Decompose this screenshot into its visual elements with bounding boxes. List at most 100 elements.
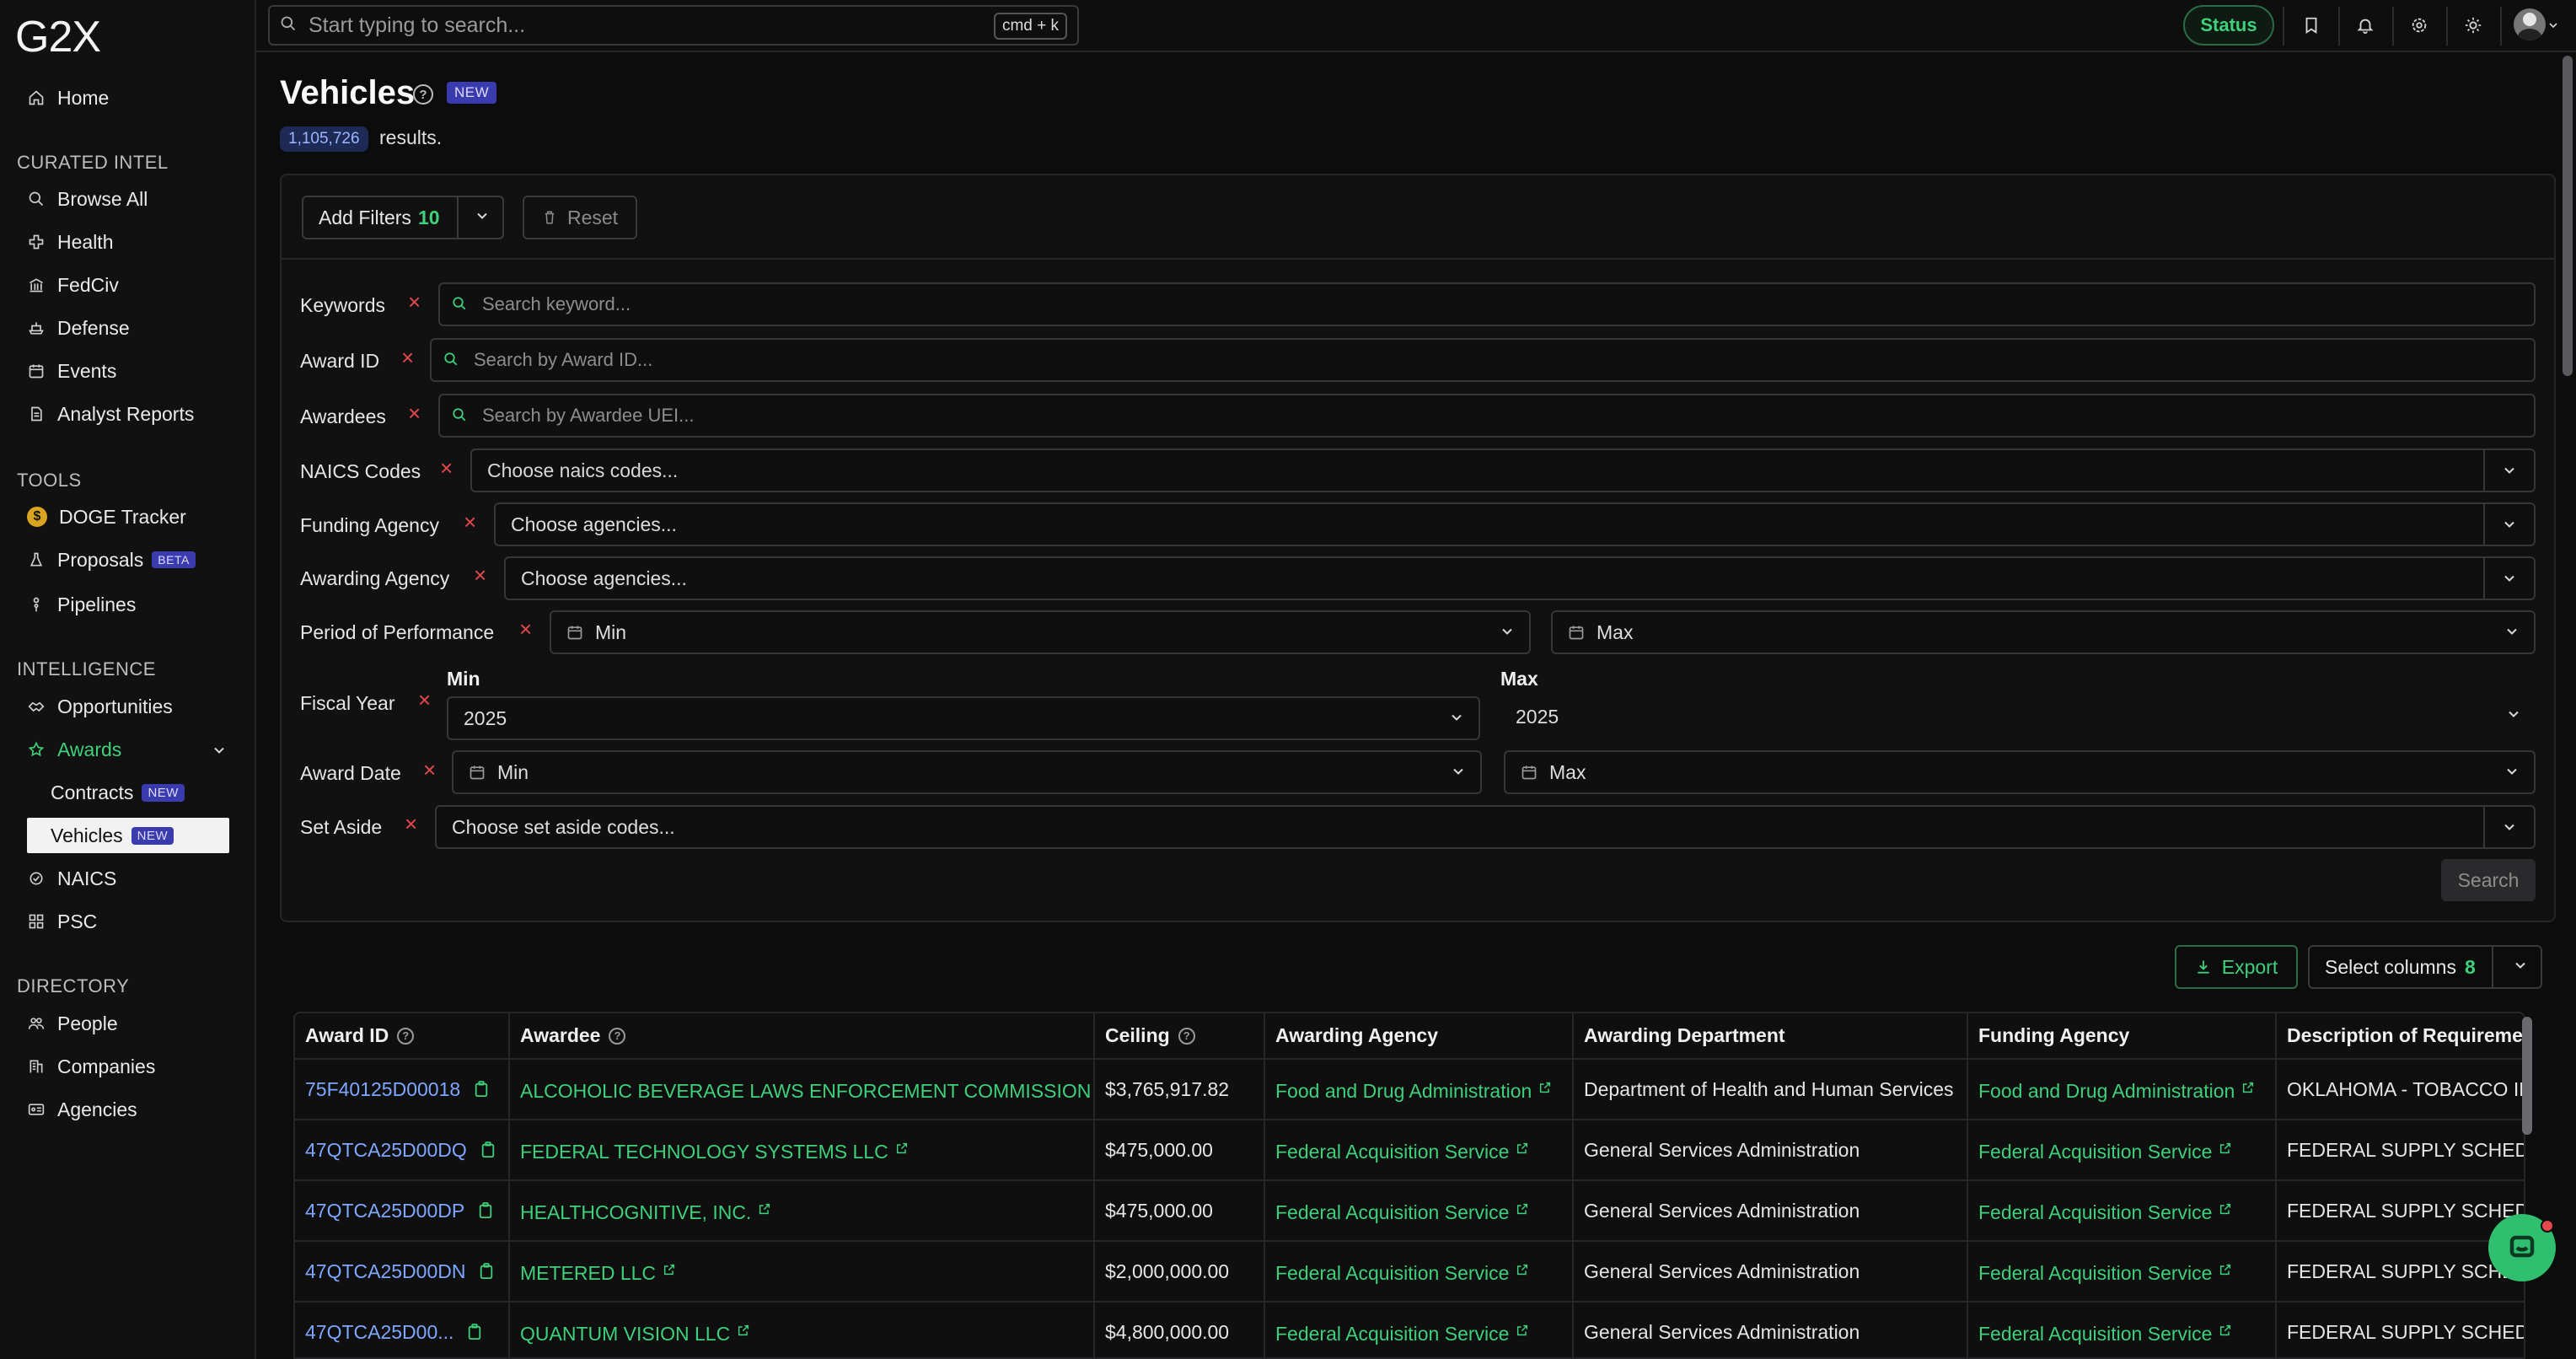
funding-agency-link[interactable]: Federal Acquisition Service: [1978, 1201, 2212, 1223]
external-link-icon[interactable]: [895, 1137, 909, 1153]
remove-award-date-filter[interactable]: ×: [423, 757, 436, 783]
external-link-icon[interactable]: [2241, 1077, 2255, 1093]
awarding-agency-cell[interactable]: Food and Drug Administration: [1264, 1059, 1574, 1120]
help-icon[interactable]: ?: [413, 84, 433, 105]
remove-award-id-filter[interactable]: ×: [401, 345, 414, 371]
column-header[interactable]: Awarding Department: [1573, 1013, 1968, 1060]
column-header[interactable]: Funding Agency: [1967, 1013, 2277, 1060]
table-row[interactable]: 47QTCA25D00DN METERED LLC $2,000,000.00 Fed…: [295, 1241, 2524, 1303]
external-link-icon[interactable]: [2219, 1319, 2232, 1335]
sidebar-item-psc[interactable]: PSC: [27, 905, 97, 938]
sun-icon[interactable]: [2460, 12, 2487, 39]
sidebar-item-agencies[interactable]: Agencies: [27, 1093, 137, 1126]
award-date-max[interactable]: Max: [1504, 750, 2536, 794]
page-scrollbar[interactable]: [2563, 56, 2573, 1354]
chevron-down-icon[interactable]: [2512, 957, 2529, 978]
select-columns-button[interactable]: Select columns 8: [2308, 945, 2542, 989]
remove-set-aside-filter[interactable]: ×: [405, 811, 417, 837]
awardee-cell[interactable]: HEALTHCOGNITIVE, INC.: [509, 1180, 1095, 1242]
help-icon[interactable]: ?: [397, 1028, 415, 1045]
award-id-link[interactable]: 47QTCA25D00DQ: [305, 1139, 467, 1161]
set-aside-select[interactable]: Choose set aside codes...: [435, 805, 2536, 849]
award-id-cell[interactable]: 75F40125D00018: [295, 1059, 510, 1120]
awardee-link[interactable]: HEALTHCOGNITIVE, INC.: [520, 1201, 751, 1223]
chevron-down-icon[interactable]: [2483, 558, 2534, 599]
add-filters-button[interactable]: Add Filters 10: [302, 196, 504, 239]
help-icon[interactable]: ?: [609, 1028, 626, 1045]
award-id-input[interactable]: Search by Award ID...: [430, 338, 2536, 382]
sidebar-item-vehicles[interactable]: Vehicles NEW: [51, 819, 174, 852]
fiscal-year-max-select[interactable]: 2025: [1500, 695, 2536, 739]
funding-agency-cell[interactable]: Federal Acquisition Service: [1967, 1302, 2277, 1357]
chevron-down-icon[interactable]: [474, 207, 491, 228]
award-id-link[interactable]: 47QTCA25D00...: [305, 1321, 453, 1343]
table-row[interactable]: 75F40125D00018 ALCOHOLIC BEVERAGE LAWS EN…: [295, 1059, 2524, 1120]
remove-naics-filter[interactable]: ×: [440, 455, 453, 481]
pop-max-date[interactable]: Max: [1551, 610, 2536, 654]
external-link-icon[interactable]: [758, 1198, 771, 1214]
funding-agency-cell[interactable]: Federal Acquisition Service: [1967, 1120, 2277, 1181]
sidebar-item-home[interactable]: Home: [27, 81, 109, 115]
help-icon[interactable]: ?: [1178, 1028, 1195, 1045]
sidebar-item-health[interactable]: Health: [27, 225, 113, 259]
funding-agency-link[interactable]: Federal Acquisition Service: [1978, 1262, 2212, 1284]
avatar[interactable]: [2514, 8, 2546, 40]
awarding-agency-link[interactable]: Federal Acquisition Service: [1275, 1262, 1509, 1284]
export-button[interactable]: Export: [2175, 945, 2298, 989]
sidebar-item-defense[interactable]: Defense: [27, 311, 130, 345]
awarding-agency-cell[interactable]: Federal Acquisition Service: [1264, 1120, 1574, 1181]
sidebar-item-doge-tracker[interactable]: $ DOGE Tracker: [27, 500, 186, 534]
clipboard-icon[interactable]: [474, 1080, 489, 1097]
bookmark-icon[interactable]: [2298, 12, 2325, 39]
external-link-icon[interactable]: [2219, 1198, 2232, 1214]
clipboard-icon[interactable]: [479, 1262, 494, 1279]
sidebar-item-awards[interactable]: Awards: [27, 733, 229, 766]
pop-min-date[interactable]: Min: [550, 610, 1531, 654]
logo[interactable]: G2X: [15, 12, 101, 62]
table-row[interactable]: 47QTCA25D00DQ FEDERAL TECHNOLOGY SYSTEMS …: [295, 1120, 2524, 1181]
external-link-icon[interactable]: [1516, 1137, 1529, 1153]
awarding-agency-cell[interactable]: Federal Acquisition Service: [1264, 1302, 1574, 1357]
keywords-input[interactable]: Search keyword...: [438, 282, 2536, 326]
bell-icon[interactable]: [2352, 12, 2379, 39]
external-link-icon[interactable]: [1516, 1319, 1529, 1335]
award-date-min[interactable]: Min: [452, 750, 1482, 794]
table-scrollbar[interactable]: [2522, 1017, 2532, 1135]
awarding-agency-cell[interactable]: Federal Acquisition Service: [1264, 1241, 1574, 1303]
column-header[interactable]: Award ID?: [295, 1013, 510, 1060]
sidebar-item-analyst-reports[interactable]: Analyst Reports: [27, 397, 194, 431]
sidebar-item-companies[interactable]: Companies: [27, 1050, 155, 1083]
sidebar-item-contracts[interactable]: Contracts NEW: [51, 776, 185, 809]
awardee-link[interactable]: FEDERAL TECHNOLOGY SYSTEMS LLC: [520, 1141, 888, 1163]
award-id-link[interactable]: 47QTCA25D00DN: [305, 1260, 465, 1282]
funding-agency-cell[interactable]: Food and Drug Administration: [1967, 1059, 2277, 1120]
chat-launcher-button[interactable]: [2488, 1214, 2556, 1281]
award-id-link[interactable]: 47QTCA25D00DP: [305, 1200, 464, 1222]
awardee-cell[interactable]: METERED LLC: [509, 1241, 1095, 1303]
fiscal-year-min-select[interactable]: 2025: [447, 696, 1480, 740]
clipboard-icon[interactable]: [478, 1201, 493, 1218]
sidebar-item-pipelines[interactable]: Pipelines: [27, 588, 136, 621]
sidebar-item-people[interactable]: People: [27, 1007, 118, 1040]
scrollbar-thumb[interactable]: [2563, 56, 2573, 376]
external-link-icon[interactable]: [737, 1319, 750, 1335]
remove-pop-filter[interactable]: ×: [519, 616, 532, 642]
column-header[interactable]: Awarding Agency: [1264, 1013, 1574, 1060]
chevron-down-icon[interactable]: [2544, 12, 2563, 39]
awarding-agency-link[interactable]: Food and Drug Administration: [1275, 1080, 1532, 1102]
sidebar-item-naics[interactable]: NAICS: [27, 862, 116, 895]
award-id-cell[interactable]: 47QTCA25D00...: [295, 1302, 510, 1357]
awardee-link[interactable]: QUANTUM VISION LLC: [520, 1323, 730, 1345]
remove-fiscal-year-filter[interactable]: ×: [418, 687, 431, 713]
awardees-input[interactable]: Search by Awardee UEI...: [438, 394, 2536, 438]
award-id-cell[interactable]: 47QTCA25D00DN: [295, 1241, 510, 1303]
funding-agency-cell[interactable]: Federal Acquisition Service: [1967, 1241, 2277, 1303]
awardee-link[interactable]: ALCOHOLIC BEVERAGE LAWS ENFORCEMENT COMM…: [520, 1080, 1091, 1102]
funding-agency-link[interactable]: Federal Acquisition Service: [1978, 1141, 2212, 1163]
awardee-cell[interactable]: QUANTUM VISION LLC: [509, 1302, 1095, 1357]
award-id-cell[interactable]: 47QTCA25D00DP: [295, 1180, 510, 1242]
table-row[interactable]: 47QTCA25D00... QUANTUM VISION LLC $4,800,0…: [295, 1302, 2524, 1357]
naics-select[interactable]: Choose naics codes...: [470, 449, 2536, 492]
awarding-agency-select[interactable]: Choose agencies...: [504, 556, 2536, 600]
external-link-icon[interactable]: [1516, 1259, 1529, 1275]
